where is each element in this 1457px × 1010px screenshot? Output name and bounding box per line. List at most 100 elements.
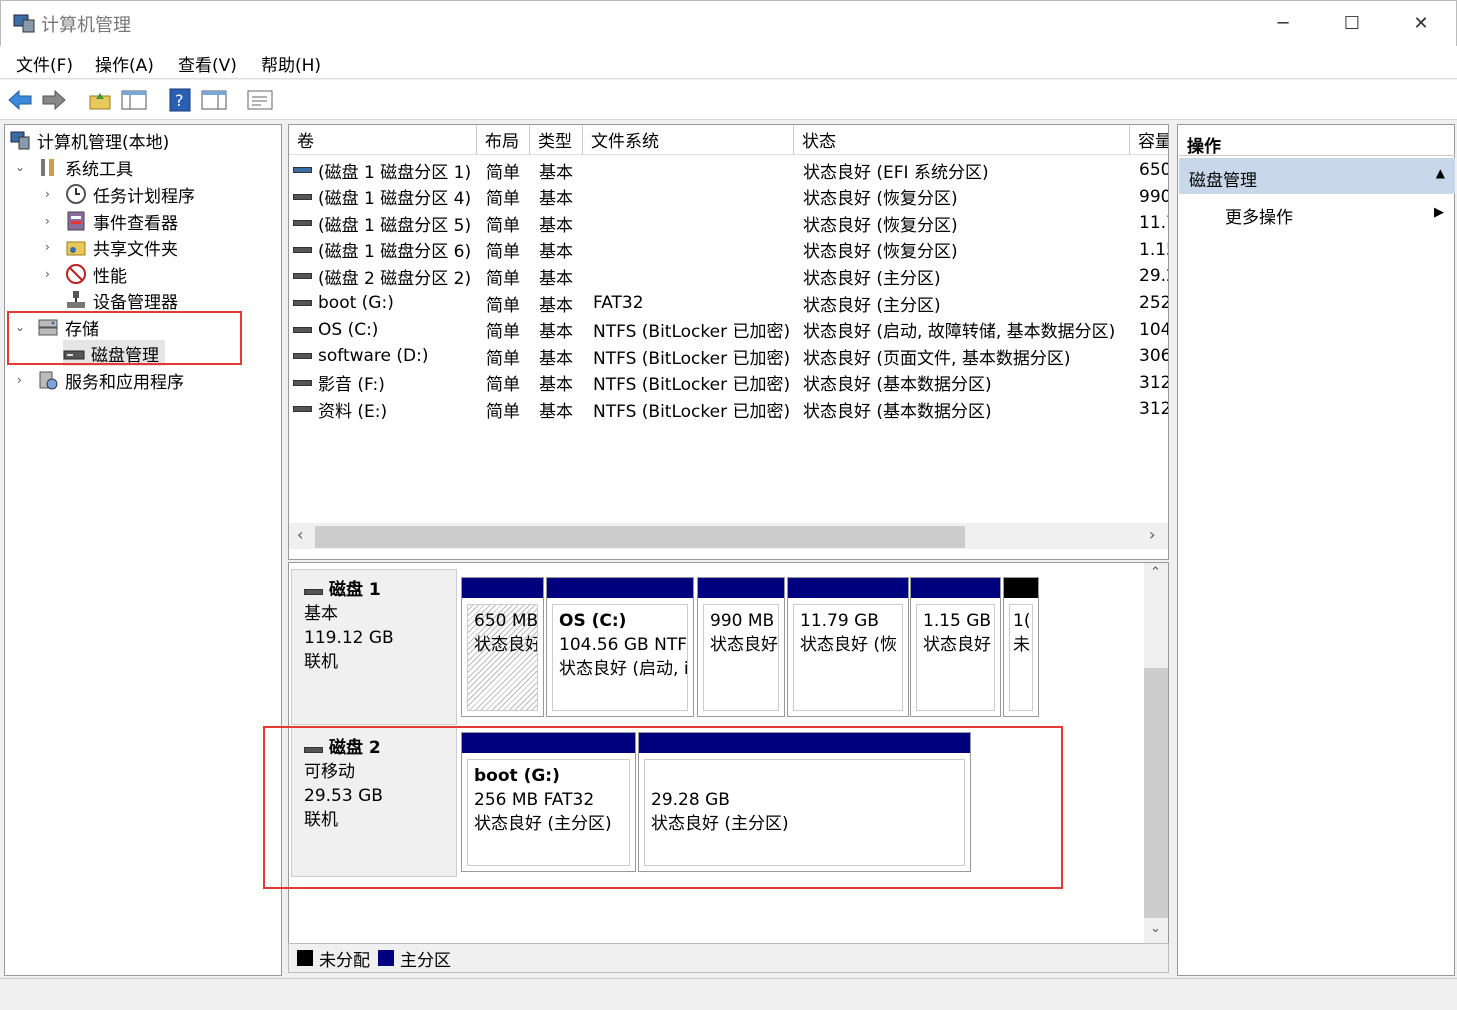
vertical-scrollbar-thumb[interactable] — [1144, 668, 1168, 918]
cell-type: 基本 — [539, 348, 573, 369]
column-header-volume[interactable]: 卷 — [289, 125, 477, 155]
scroll-up-icon[interactable]: ⌃ — [1150, 565, 1161, 580]
cell-filesystem: FAT32 — [593, 293, 644, 313]
disk-name: 磁盘 1 — [329, 580, 381, 600]
column-header-layout[interactable]: 布局 — [477, 125, 530, 155]
more-actions-label: 更多操作 — [1225, 208, 1293, 228]
cell-volume: OS (C:) — [293, 317, 477, 343]
tree-item-services[interactable]: › 服务和应用程序 — [17, 367, 184, 393]
up-folder-icon[interactable] — [86, 86, 114, 114]
table-row[interactable]: (磁盘 1 磁盘分区 1) 简单 基本 状态良好 (EFI 系统分区) 650 — [289, 157, 1168, 183]
table-row[interactable]: boot (G:) 简单 基本 FAT32 状态良好 (主分区) 252 — [289, 290, 1168, 316]
tree-item-event-viewer[interactable]: › 事件查看器 — [45, 208, 178, 234]
volume-name: (磁盘 1 磁盘分区 5) — [318, 215, 472, 236]
volume-icon — [293, 300, 312, 306]
partition-disk1-recovery-3[interactable]: 1.15 GB 状态良好 — [910, 577, 1001, 717]
properties-icon[interactable] — [246, 86, 274, 114]
table-row[interactable]: (磁盘 1 磁盘分区 4) 简单 基本 状态良好 (恢复分区) 990 — [289, 184, 1168, 210]
cell-layout: 简单 — [486, 162, 520, 183]
column-header-filesystem[interactable]: 文件系统 — [583, 125, 794, 155]
column-header-capacity[interactable]: 容量 — [1130, 125, 1168, 155]
cell-filesystem — [593, 210, 793, 236]
partition-os-c[interactable]: OS (C:) 104.56 GB NTFS 状态良好 (启动, i — [546, 577, 694, 717]
horizontal-scrollbar-thumb[interactable] — [315, 526, 965, 548]
chevron-right-icon[interactable]: › — [17, 373, 22, 387]
disk-size: 119.12 GB — [304, 628, 394, 648]
more-actions-item[interactable]: 更多操作 — [1225, 203, 1293, 228]
maximize-button[interactable]: ☐ — [1317, 1, 1387, 45]
partition-disk1-recovery-2[interactable]: 11.79 GB 状态良好 (恢 — [787, 577, 909, 717]
cell-layout: 简单 — [486, 189, 520, 210]
cell-volume: (磁盘 1 磁盘分区 4) — [293, 184, 477, 210]
partition-color-bar — [462, 578, 543, 598]
show-hide-action-pane-icon[interactable] — [200, 86, 228, 114]
volume-name: OS (C:) — [318, 319, 379, 340]
cell-volume: 影音 (F:) — [293, 370, 477, 396]
tree-item-shared-folders[interactable]: › 共享文件夹 — [45, 234, 178, 260]
tree-item-device-manager[interactable]: 设备管理器 — [65, 287, 178, 313]
highlight-disk-2 — [263, 726, 1063, 889]
cell-layout: 简单 — [486, 242, 520, 263]
chevron-right-icon[interactable]: › — [45, 187, 50, 201]
menu-file[interactable]: 文件(F) — [16, 51, 73, 76]
legend-unallocated: 未分配 — [319, 950, 370, 971]
title-bar: 计算机管理 ─ ☐ ✕ — [0, 0, 1457, 46]
chevron-down-icon[interactable]: ⌄ — [15, 160, 25, 174]
scroll-down-icon[interactable]: ⌄ — [1150, 921, 1161, 936]
actions-pane: 操作 磁盘管理 ▲ 更多操作 ▶ — [1177, 124, 1455, 976]
minimize-button[interactable]: ─ — [1248, 1, 1318, 45]
actions-section-disk-management[interactable]: 磁盘管理 ▲ — [1179, 158, 1455, 194]
table-row[interactable]: software (D:) 简单 基本 NTFS (BitLocker 已加密) 状态良… — [289, 343, 1168, 369]
collapse-up-icon[interactable]: ▲ — [1436, 166, 1445, 180]
chevron-right-icon[interactable]: › — [45, 240, 50, 254]
toolbar: ? — [0, 80, 1457, 120]
cell-layout: 简单 — [486, 375, 520, 396]
partition-size: 1.15 GB — [923, 611, 992, 631]
table-row[interactable]: (磁盘 1 磁盘分区 5) 简单基本 状态良好 (恢复分区) 11.7 — [289, 210, 1168, 236]
column-header-type[interactable]: 类型 — [530, 125, 583, 155]
volume-name: boot (G:) — [318, 293, 394, 313]
cell-volume: (磁盘 1 磁盘分区 5) — [293, 210, 477, 236]
svg-text:?: ? — [175, 91, 184, 110]
partition-disk1-unallocated[interactable]: 1(未 — [1003, 577, 1039, 717]
menu-action[interactable]: 操作(A) — [95, 51, 154, 76]
tree-label: 服务和应用程序 — [65, 372, 184, 393]
cell-capacity: 312 — [1139, 372, 1169, 393]
table-row[interactable]: 影音 (F:) 简单 基本 NTFS (BitLocker 已加密) 状态良好 (基本数… — [289, 370, 1169, 396]
cell-type: 基本 — [539, 268, 573, 289]
scroll-right-icon[interactable]: › — [1149, 525, 1155, 544]
back-icon[interactable] — [6, 86, 34, 114]
cell-status: 状态良好 (基本数据分区) — [803, 375, 992, 396]
table-row[interactable]: (磁盘 2 磁盘分区 2) 简单基本 状态良好 (主分区) 29.2 — [289, 263, 1168, 289]
tree-item-root[interactable]: 计算机管理(本地) — [9, 127, 169, 153]
menu-view[interactable]: 查看(V) — [178, 51, 237, 76]
volume-name: (磁盘 1 磁盘分区 6) — [318, 242, 472, 263]
services-icon — [39, 371, 58, 390]
table-row[interactable]: (磁盘 1 磁盘分区 6) 简单基本 状态良好 (恢复分区) 1.15 — [289, 237, 1168, 263]
help-icon[interactable]: ? — [166, 86, 194, 114]
chevron-right-icon[interactable]: › — [45, 267, 50, 281]
partition-title: OS (C:) — [559, 611, 627, 631]
cell-status: 状态良好 (主分区) — [803, 268, 941, 289]
cell-filesystem: NTFS (BitLocker 已加密) — [593, 348, 791, 369]
partition-disk1-efi[interactable]: 650 MB 状态良好 — [461, 577, 544, 717]
close-button[interactable]: ✕ — [1386, 1, 1456, 45]
menu-help[interactable]: 帮助(H) — [261, 51, 321, 76]
cell-filesystem: NTFS (BitLocker 已加密) — [593, 375, 791, 396]
tree-item-performance[interactable]: › 性能 — [45, 261, 127, 287]
cell-volume: (磁盘 2 磁盘分区 2) — [293, 263, 477, 289]
show-hide-tree-icon[interactable] — [120, 86, 148, 114]
table-row[interactable]: OS (C:) 简单 基本 NTFS (BitLocker 已加密) 状态良好 (启动,… — [289, 317, 1168, 343]
table-row[interactable]: 资料 (E:) 简单 基本 NTFS (BitLocker 已加密) 状态良好 (基本数… — [289, 396, 1168, 422]
partition-disk1-recovery-1[interactable]: 990 MB 状态良好 — [697, 577, 785, 717]
column-header-status[interactable]: 状态 — [794, 125, 1130, 155]
volume-icon — [293, 353, 312, 360]
scroll-left-icon[interactable]: ‹ — [297, 525, 303, 544]
chevron-right-icon[interactable]: › — [45, 214, 50, 228]
partition-color-bar — [698, 578, 784, 598]
forward-icon[interactable] — [40, 86, 68, 114]
tree-item-task-scheduler[interactable]: › 任务计划程序 — [45, 181, 195, 207]
disk-1-label[interactable]: 磁盘 1 基本 119.12 GB 联机 — [291, 569, 457, 725]
cell-volume: (磁盘 1 磁盘分区 6) — [293, 237, 477, 263]
tree-item-system-tools[interactable]: ⌄ 系统工具 — [15, 154, 133, 180]
